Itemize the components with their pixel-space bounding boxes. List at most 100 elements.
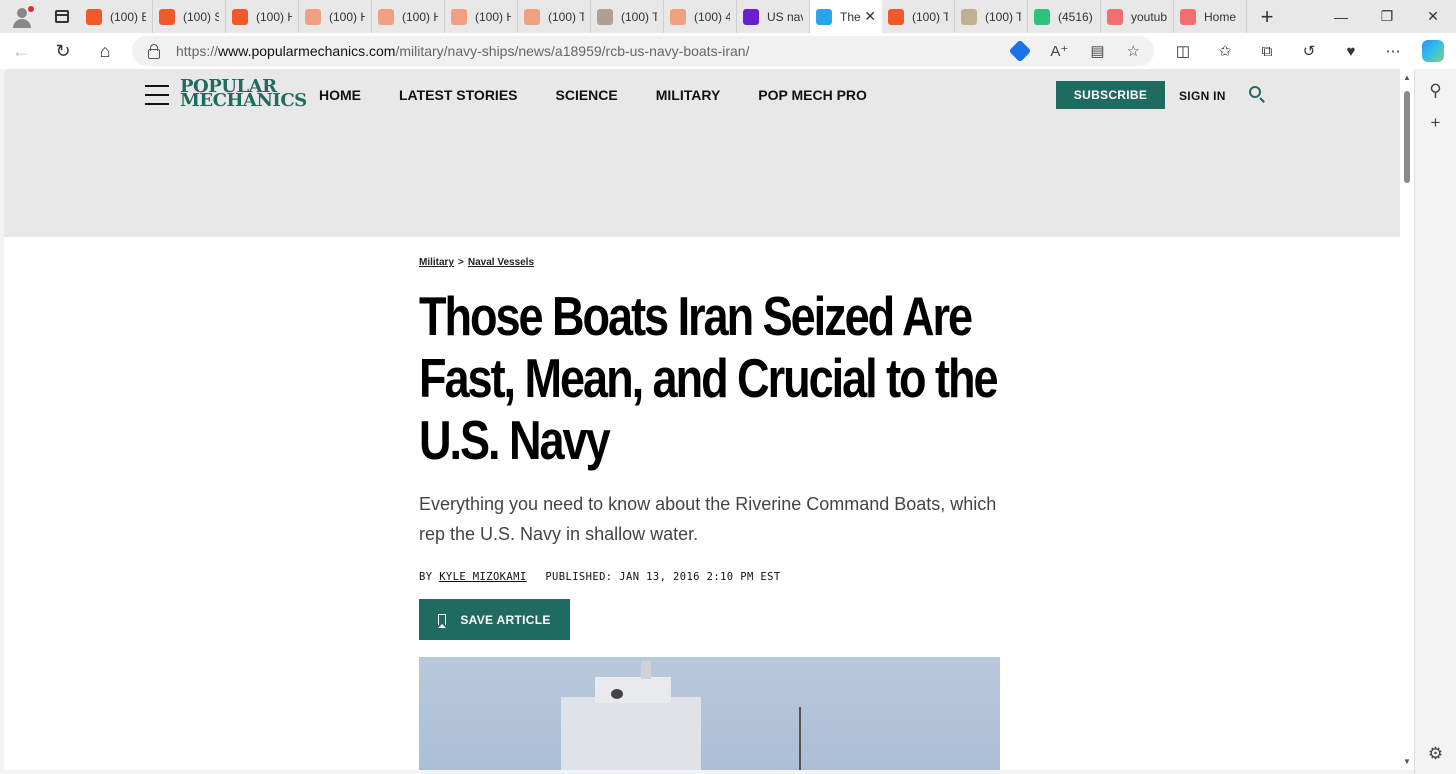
author-link[interactable]: KYLE MIZOKAMI <box>439 571 526 583</box>
tab-favicon-icon <box>1107 8 1123 25</box>
browser-tab-strip: (100) Ed (100) Su (100) Ho (100) Ho (100) Ho… <box>0 0 1456 33</box>
coupon-tag-icon[interactable] <box>1009 39 1032 63</box>
search-icon[interactable] <box>1248 85 1266 103</box>
browser-tab[interactable]: (100) Ed <box>80 0 153 33</box>
breadcrumb-military[interactable]: Military <box>419 257 454 268</box>
tab-favicon-icon <box>232 8 248 25</box>
browser-tab[interactable]: (100) Th <box>518 0 591 33</box>
bookmark-icon <box>438 614 447 628</box>
profile-notification-dot <box>28 6 34 12</box>
browser-tab[interactable]: (4516) H <box>1028 0 1101 33</box>
browser-tab[interactable]: (100) Ho <box>299 0 372 33</box>
home-icon[interactable]: ⌂ <box>84 33 126 69</box>
breadcrumb: Military > Naval Vessels <box>419 257 1003 268</box>
nav-home[interactable]: HOME <box>319 87 361 103</box>
sidebar-search-icon[interactable]: ⚲ <box>1415 81 1456 101</box>
site-logo[interactable]: POPULAR MECHANICS <box>180 78 307 111</box>
breadcrumb-naval-vessels[interactable]: Naval Vessels <box>468 257 534 268</box>
published-date: PUBLISHED: JAN 13, 2016 2:10 PM EST <box>545 571 781 583</box>
history-icon[interactable]: ↺ <box>1288 42 1330 60</box>
read-aloud-icon[interactable]: A⁺ <box>1050 42 1068 60</box>
new-tab-button[interactable]: + <box>1247 0 1287 33</box>
tab-favicon-icon <box>597 8 613 25</box>
browser-essentials-icon[interactable]: ♥ <box>1330 43 1372 60</box>
save-article-button[interactable]: SAVE ARTICLE <box>419 599 570 640</box>
browser-tab[interactable]: US naval <box>737 0 810 33</box>
sidebar-add-icon[interactable]: + <box>1415 113 1456 133</box>
address-bar[interactable]: https://www.popularmechanics.com/militar… <box>132 36 1154 66</box>
article-headline: Those Boats Iran Seized Are Fast, Mean, … <box>419 285 999 471</box>
tab-favicon-icon <box>1034 8 1050 25</box>
subscribe-button[interactable]: SUBSCRIBE <box>1056 81 1165 109</box>
scroll-up-icon[interactable]: ▲ <box>1403 73 1411 82</box>
tab-favicon-icon <box>961 8 977 25</box>
browser-tab[interactable]: youtube <box>1101 0 1174 33</box>
logo-line-2: MECHANICS <box>180 90 307 111</box>
split-screen-icon[interactable]: ◫ <box>1162 42 1204 60</box>
favorites-icon[interactable]: ✩ <box>1204 42 1246 60</box>
tab-label: Home | <box>1204 9 1240 24</box>
tab-favicon-icon <box>743 8 759 25</box>
breadcrumb-separator: > <box>458 257 464 268</box>
sign-in-link[interactable]: SIGN IN <box>1179 89 1226 103</box>
scroll-down-icon[interactable]: ▼ <box>1403 757 1411 766</box>
tab-label: (100) Th <box>985 9 1021 24</box>
browser-tab[interactable]: (100) Ho <box>372 0 445 33</box>
scrollbar-thumb[interactable] <box>1404 91 1410 183</box>
tab-label: (100) Ho <box>256 9 292 24</box>
nav-military[interactable]: MILITARY <box>656 87 721 103</box>
back-icon[interactable]: ← <box>0 33 42 69</box>
browser-tab[interactable]: (100) Su <box>153 0 226 33</box>
tab-favicon-icon <box>378 8 394 25</box>
tab-label: (100) Ho <box>402 9 438 24</box>
refresh-icon[interactable]: ↻ <box>42 33 84 69</box>
page-scrollbar[interactable]: ▲ ▼ <box>1400 69 1414 770</box>
profile-avatar-icon[interactable] <box>0 0 44 33</box>
more-options-icon[interactable]: ⋯ <box>1372 42 1414 60</box>
immersive-reader-icon[interactable]: ▤ <box>1090 42 1104 60</box>
sidebar-settings-icon[interactable]: ⚙ <box>1415 744 1456 764</box>
browser-tab[interactable]: (100) Th <box>882 0 955 33</box>
close-window-icon[interactable]: ✕ <box>1410 0 1456 33</box>
menu-hamburger-icon[interactable] <box>145 85 169 105</box>
browser-tab[interactable]: (100) Th <box>591 0 664 33</box>
nav-science[interactable]: SCIENCE <box>556 87 618 103</box>
nav-latest-stories[interactable]: LATEST STORIES <box>399 87 518 103</box>
tab-label: (4516) H <box>1058 9 1094 24</box>
browser-tab[interactable]: (100) Ho <box>226 0 299 33</box>
favorite-star-icon[interactable]: ☆ <box>1127 42 1140 60</box>
article: Military > Naval Vessels Those Boats Iran … <box>419 257 1003 640</box>
tabs-container: (100) Ed (100) Su (100) Ho (100) Ho (100) Ho… <box>80 0 1247 33</box>
browser-tab[interactable]: The ✕ <box>810 0 882 33</box>
restore-icon[interactable]: ❐ <box>1364 0 1410 33</box>
url-host: www.popularmechanics.com <box>218 43 396 59</box>
tab-actions-icon[interactable] <box>44 0 80 33</box>
byline: BY KYLE MIZOKAMI PUBLISHED: JAN 13, 2016… <box>419 571 1003 583</box>
site-header: POPULAR MECHANICS HOME LATEST STORIES SC… <box>4 69 1400 237</box>
profile-body <box>13 19 31 28</box>
tab-label: US naval <box>767 9 803 24</box>
browser-tab[interactable]: Home | <box>1174 0 1247 33</box>
copilot-icon[interactable] <box>1422 40 1444 62</box>
window-controls: — ❐ ✕ <box>1318 0 1456 33</box>
tab-favicon-icon <box>816 8 832 25</box>
tab-label: youtube <box>1131 9 1167 24</box>
article-dek: Everything you need to know about the Ri… <box>419 494 997 544</box>
tab-label: (100) Th <box>548 9 584 24</box>
tab-label: (100) 42 <box>694 9 730 24</box>
browser-tab[interactable]: (100) Ho <box>445 0 518 33</box>
tab-favicon-icon <box>888 8 904 25</box>
tab-actions-square <box>55 10 69 23</box>
tab-favicon-icon <box>86 8 102 25</box>
tab-label: (100) Ho <box>329 9 365 24</box>
main-navigation: HOME LATEST STORIES SCIENCE MILITARY POP… <box>319 87 867 103</box>
nav-pop-mech-pro[interactable]: POP MECH PRO <box>758 87 867 103</box>
tab-favicon-icon <box>524 8 540 25</box>
hero-image <box>419 657 1000 770</box>
minimize-icon[interactable]: — <box>1318 0 1364 33</box>
browser-tab[interactable]: (100) Th <box>955 0 1028 33</box>
collections-icon[interactable]: ⧉ <box>1246 43 1288 60</box>
browser-tab[interactable]: (100) 42 <box>664 0 737 33</box>
tab-close-icon[interactable]: ✕ <box>864 8 876 25</box>
lock-icon[interactable] <box>146 44 160 59</box>
